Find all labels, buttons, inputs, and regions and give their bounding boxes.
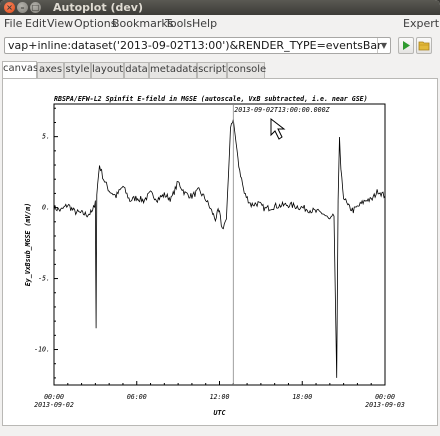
- plot-frame: [53, 103, 386, 386]
- chevron-down-icon[interactable]: ▼: [377, 38, 390, 53]
- address-combobox[interactable]: vap+inline:dataset('2013-09-02T13:00')&R…: [4, 37, 391, 54]
- tab-data[interactable]: data: [124, 62, 149, 78]
- plot-svg: RBSPA/EFW-L2 Spinfit E-field in MGSE (au…: [24, 95, 405, 417]
- play-arrow-icon: [403, 41, 410, 50]
- maximize-window-button[interactable]: □: [30, 2, 41, 13]
- tab-canvas[interactable]: canvas: [2, 61, 38, 78]
- x-tick-label: 06:00: [127, 393, 147, 401]
- tab-layout[interactable]: layout: [91, 62, 124, 78]
- tab-script[interactable]: script: [197, 62, 227, 78]
- title-bar: × – □ Autoplot (dev): [0, 0, 440, 15]
- open-folder-button[interactable]: [416, 37, 432, 54]
- go-button[interactable]: [398, 37, 414, 54]
- menu-tools[interactable]: Tools: [165, 17, 192, 30]
- menu-edit[interactable]: Edit: [25, 17, 46, 30]
- tab-metadata[interactable]: metadata: [149, 62, 198, 78]
- x-tick-label: 18:00: [292, 393, 312, 401]
- status-strip: [0, 426, 440, 436]
- tab-strip: canvas axes style layout data metadata s…: [2, 61, 438, 78]
- x-tick-label: 00:00: [375, 393, 395, 401]
- plot-canvas[interactable]: RBSPA/EFW-L2 Spinfit E-field in MGSE (au…: [2, 78, 438, 426]
- y-tick-label: 0.: [42, 204, 50, 212]
- tab-style[interactable]: style: [64, 62, 91, 78]
- y-tick-label: 5.: [42, 133, 50, 141]
- menu-expert[interactable]: Expert: [403, 17, 439, 30]
- menu-help[interactable]: Help: [192, 17, 217, 30]
- event-marker-label: 2013-09-02T13:00:00.000Z: [234, 106, 330, 114]
- x-tick-label: 00:00: [44, 393, 64, 401]
- y-tick-label: -10.: [34, 346, 50, 354]
- mouse-cursor-icon: [270, 117, 286, 140]
- address-input[interactable]: vap+inline:dataset('2013-09-02T13:00')&R…: [8, 39, 382, 52]
- x-tick-label: 12:00: [210, 393, 230, 401]
- x-axis-label: UTC: [214, 409, 226, 417]
- autoplot-window: × – □ Autoplot (dev) File Edit View Opti…: [0, 0, 440, 436]
- menu-bar: File Edit View Options Bookmarks Tools H…: [0, 15, 440, 33]
- y-tick-label: -5.: [38, 275, 50, 283]
- y-axis-label: Ey_VxBsub_MGSE (mV/m): [24, 203, 32, 286]
- folder-icon: [418, 41, 430, 51]
- series-line: [53, 119, 386, 378]
- menu-options[interactable]: Options: [74, 17, 116, 30]
- plot-title: RBSPA/EFW-L2 Spinfit E-field in MGSE (au…: [54, 95, 368, 103]
- tab-console[interactable]: console: [227, 62, 266, 78]
- x-tick-date-label: 2013-09-02: [34, 401, 74, 409]
- close-window-button[interactable]: ×: [4, 2, 15, 13]
- x-tick-date-label: 2013-09-03: [365, 401, 405, 409]
- tab-axes[interactable]: axes: [37, 62, 64, 78]
- menu-view[interactable]: View: [47, 17, 73, 30]
- minimize-window-button[interactable]: –: [17, 2, 28, 13]
- window-title: Autoplot (dev): [53, 1, 144, 14]
- menu-file[interactable]: File: [4, 17, 22, 30]
